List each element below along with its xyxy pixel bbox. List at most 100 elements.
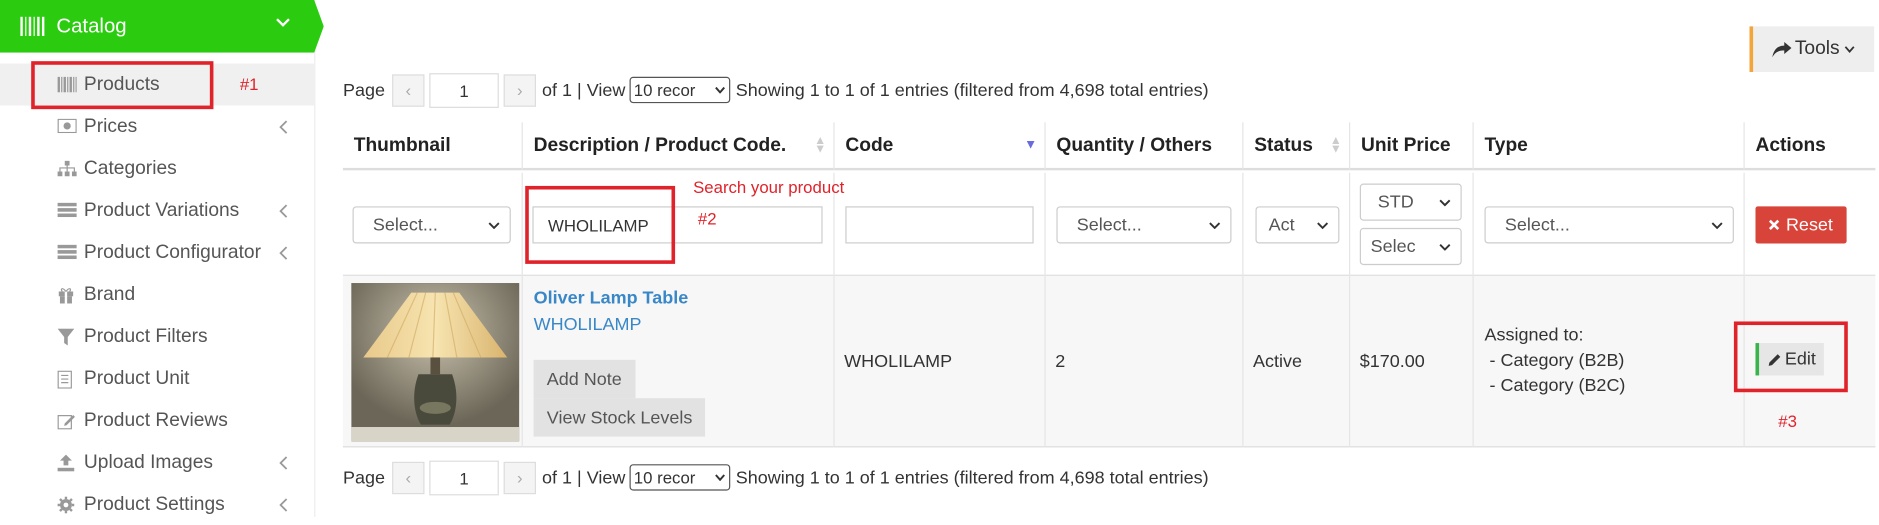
column-header-unit-price[interactable]: Unit Price: [1348, 122, 1473, 171]
column-header-code[interactable]: Code ▼: [833, 122, 1044, 171]
entries-summary: Showing 1 to 1 of 1 entries (filtered fr…: [735, 467, 1209, 488]
chevron-left-icon: [278, 455, 288, 470]
sidebar-item-categories[interactable]: Categories: [0, 148, 314, 190]
sidebar-item-product-unit[interactable]: Product Unit: [0, 357, 314, 399]
chevron-down-icon: [1209, 221, 1221, 229]
reset-button[interactable]: Reset: [1755, 206, 1847, 244]
product-thumbnail[interactable]: [351, 283, 520, 442]
annotation-label-2: #2: [697, 208, 717, 228]
sidebar-item-product-configurator[interactable]: Product Configurator: [0, 232, 314, 274]
chevron-down-icon: [276, 17, 290, 29]
of-pages-label: of 1 | View: [542, 467, 626, 488]
sidebar-item-upload-images[interactable]: Upload Images: [0, 441, 314, 483]
sidebar-item-label: Product Variations: [83, 199, 240, 221]
chevron-down-icon: [1439, 243, 1451, 251]
sidebar-item-brand[interactable]: Brand: [0, 273, 314, 315]
product-quantity: 2: [1055, 351, 1066, 372]
filter-icon: [57, 328, 77, 345]
page-size-select[interactable]: 10 recor: [628, 464, 730, 491]
product-code: WHOLILAMP: [844, 351, 953, 372]
product-code-link[interactable]: WHOLILAMP: [534, 314, 642, 334]
page-size-value: 10 recor: [633, 80, 696, 100]
page-number-input[interactable]: 1: [429, 72, 499, 108]
filter-cell-quantity: Select...: [1044, 172, 1242, 276]
annotation-search-hint: Search your product: [693, 177, 845, 197]
table-header-row: Thumbnail Description / Product Code. ▲ ▼…: [342, 122, 1876, 171]
next-page-button[interactable]: ›: [503, 461, 537, 494]
sort-desc-icon: ▼: [1024, 137, 1038, 153]
product-name-link[interactable]: Oliver Lamp Table: [534, 288, 689, 308]
money-icon: [57, 118, 77, 135]
price-type-select[interactable]: STD: [1359, 183, 1462, 221]
filter-cell-status: Act: [1242, 172, 1349, 276]
sidebar-item-product-variations[interactable]: Product Variations: [0, 190, 314, 232]
entries-summary: Showing 1 to 1 of 1 entries (filtered fr…: [735, 79, 1209, 101]
view-stock-levels-button[interactable]: View Stock Levels: [533, 398, 706, 437]
type-filter-select[interactable]: Select...: [1484, 206, 1734, 244]
of-pages-label: of 1 | View: [542, 79, 626, 101]
cell-unit-price: $170.00: [1348, 275, 1473, 448]
column-header-quantity[interactable]: Quantity / Others: [1044, 122, 1242, 171]
sidebar-item-label: Product Unit: [83, 367, 190, 389]
filter-cell-thumbnail: Select...: [343, 173, 522, 276]
page-number-input[interactable]: 1: [429, 460, 499, 495]
sidebar-item-label: Product Settings: [83, 493, 225, 514]
list-icon: [57, 202, 77, 219]
barcode-icon: [20, 16, 45, 36]
quantity-filter-select[interactable]: Select...: [1056, 206, 1232, 244]
page-label: Page: [342, 467, 385, 488]
catalog-menu-header[interactable]: Catalog: [0, 0, 324, 53]
cell-description: Oliver Lamp Table WHOLILAMP Add Note Vie…: [521, 275, 834, 448]
type-line-2: - Category (B2B): [1484, 350, 1625, 371]
annotation-box-3: [1733, 321, 1848, 393]
column-header-type[interactable]: Type: [1472, 122, 1743, 171]
column-header-thumbnail[interactable]: Thumbnail: [343, 122, 522, 170]
annotation-label-1: #1: [239, 74, 259, 94]
sidebar-item-label: Categories: [83, 157, 177, 179]
page-size-select[interactable]: 10 recor: [628, 76, 730, 104]
sidebar-item-product-settings[interactable]: Product Settings: [0, 483, 314, 525]
chevron-left-icon: [278, 119, 288, 134]
page-label: Page: [342, 79, 385, 101]
status-filter-select[interactable]: Act: [1255, 206, 1340, 244]
sidebar-item-label: Brand: [83, 283, 136, 305]
share-icon: [1772, 41, 1792, 57]
sidebar-item-label: Product Configurator: [83, 241, 261, 263]
product-unit-price: $170.00: [1359, 351, 1425, 372]
column-header-status[interactable]: Status ▲ ▼: [1242, 122, 1349, 171]
lamp-image: [351, 283, 520, 442]
sitemap-icon: [57, 160, 77, 177]
tools-button[interactable]: Tools: [1749, 26, 1875, 72]
sidebar-item-product-filters[interactable]: Product Filters: [0, 315, 314, 357]
filter-cell-actions: Reset: [1743, 172, 1875, 276]
sidebar-item-label: Product Filters: [83, 325, 208, 347]
chevron-left-icon: [278, 203, 288, 218]
page-size-value: 10 recor: [633, 467, 696, 487]
cell-quantity: 2: [1044, 275, 1242, 448]
edit-icon: [57, 412, 77, 429]
filter-cell-code: [833, 172, 1044, 276]
prev-page-button[interactable]: ‹: [392, 461, 425, 494]
sidebar-item-product-reviews[interactable]: Product Reviews: [0, 399, 314, 441]
cell-thumbnail: [343, 276, 522, 448]
tools-label: Tools: [1794, 38, 1840, 59]
chevron-down-icon: [714, 86, 725, 94]
next-page-button[interactable]: ›: [503, 73, 537, 107]
chevron-down-icon: [1844, 45, 1855, 53]
gift-icon: [58, 286, 77, 303]
pager-bottom: Page ‹ 1 › of 1 | View 10 recor Showing …: [343, 459, 1209, 495]
column-header-description[interactable]: Description / Product Code. ▲ ▼: [521, 122, 834, 171]
add-note-button[interactable]: Add Note: [533, 359, 635, 399]
prev-page-button[interactable]: ‹: [392, 73, 425, 107]
chevron-down-icon: [714, 474, 725, 481]
price-filter-select[interactable]: Selec: [1359, 227, 1462, 266]
type-line-3: - Category (B2C): [1484, 375, 1626, 396]
sidebar-item-prices[interactable]: Prices: [0, 106, 314, 148]
code-search-input[interactable]: [845, 206, 1034, 244]
annotation-box-2: [525, 185, 676, 264]
file-icon: [57, 370, 77, 389]
filter-cell-price: STD Selec: [1348, 172, 1473, 276]
sidebar-item-label: Upload Images: [83, 451, 213, 473]
chevron-down-icon: [488, 221, 500, 229]
thumbnail-filter-select[interactable]: Select...: [352, 206, 511, 244]
